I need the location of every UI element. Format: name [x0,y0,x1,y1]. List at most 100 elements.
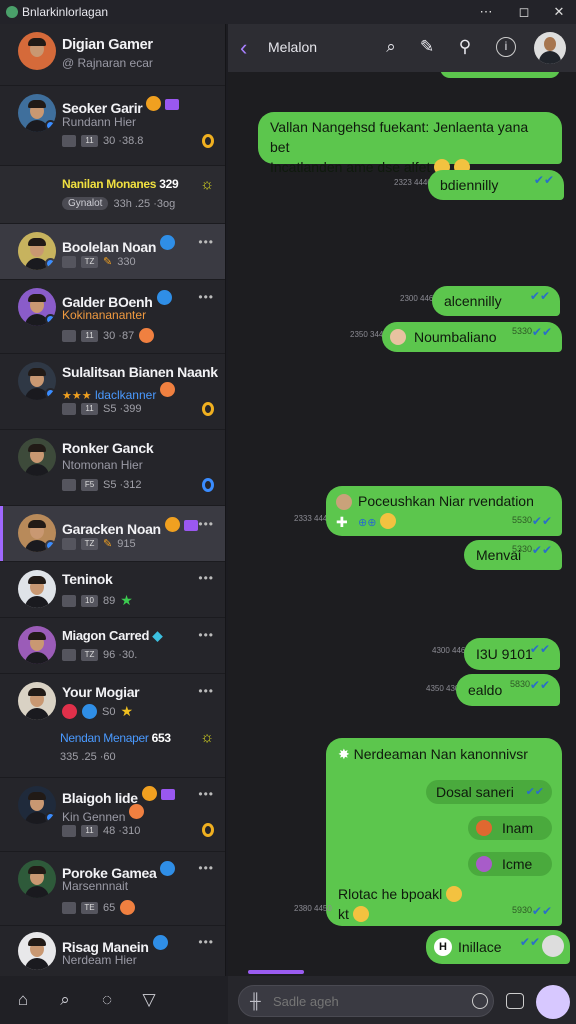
app-icon [6,6,18,18]
more-icon[interactable]: ••• [198,935,214,949]
list-item[interactable]: Blaigoh lide Kin Gennen 11 48 ·310 ••• [0,778,225,852]
avatar [18,288,56,326]
coin-icon [146,96,162,111]
list-item[interactable]: Miagon Carred ◆ TZ 96 ·30. ••• [0,618,225,674]
meta-row: Gynalot 33h .25 ·3og [62,197,175,210]
coin-icon [164,517,180,532]
more-icon[interactable]: ••• [198,787,214,801]
more-icon[interactable]: ••• [198,861,214,875]
message-input[interactable] [238,985,494,1017]
read-check-icon: ✔✔ [531,325,552,339]
contact-name: Nendan Menaper 653 [60,731,171,745]
more-icon[interactable]: ••• [198,290,214,304]
more-icon[interactable]: ••• [198,684,214,698]
emoji-picker-icon[interactable] [472,993,488,1009]
message-bubble: I3U 9101 ✔✔ [464,638,560,670]
more-icon[interactable]: ••• [198,571,214,585]
list-item[interactable]: Boolelan Noan TZ ✎ 330 ••• [0,224,225,280]
contact-status: Kokinanananter [62,308,147,322]
chat-title: Melalon [268,39,318,55]
list-item[interactable]: Ronker Ganck Ntomonan Hier F5 S5 ·312 [0,430,225,506]
send-button[interactable] [536,985,570,1019]
avatar [18,932,56,970]
list-item[interactable]: Teninok 10 89 ★ ••• [0,562,225,618]
contact-name: Teninok [62,571,113,587]
avatar [18,94,56,132]
info-icon[interactable]: i [496,37,516,57]
gallery-icon [62,825,76,837]
tag-icon [183,520,198,531]
list-item[interactable]: Garacken Noan TZ ✎ 915 ••• [0,506,225,562]
tag-icon [165,99,180,110]
more-icon[interactable]: ••• [198,628,214,642]
conversation-list[interactable]: Digian Gamer @ Rajnaran ecar Seoker Gari… [0,24,226,976]
contact-status: Nerdeam Hier [62,953,137,967]
message-bubble: alcennilly ✔✔ [432,286,560,316]
meta-row: 10 89 ★ [62,592,133,609]
title-bar: Bnlarkinlorlagan ⋯ ◻ ✕ [0,0,576,24]
list-item[interactable]: Sulalitsan Bianen Naank ★★★ ldaclkanner … [0,354,225,430]
contact-name: Seoker Garir [62,96,180,116]
sticker-icon[interactable] [506,993,524,1009]
avatar [18,860,56,898]
back-icon[interactable]: ‹ [240,35,247,61]
close-icon[interactable]: ✕ [550,3,568,21]
sun-icon: ☼ [200,176,214,193]
bottom-nav: ⌂ ⌕ ◌ ▽ [0,976,228,1024]
list-item[interactable]: Nanilan Monanes 329 Gynalot 33h .25 ·3og … [0,166,225,224]
contact-status: Marsennnait [62,879,129,893]
list-item[interactable]: Poroke Gamea Marsennnait TE 65 ••• [0,852,225,926]
read-check-icon: ✔✔ [529,678,550,692]
gallery-icon [62,403,76,415]
search-icon[interactable]: ⌕ [380,36,402,58]
contact-status: ★★★ ldaclkanner [62,382,176,402]
chat-header: ‹ Melalon ⌕ ✎ ⚲ i [228,24,576,72]
maximize-icon[interactable]: ◻ [515,3,533,21]
read-check-icon: ✔✔ [531,543,552,557]
contact-status: Ntomonan Hier [62,458,143,472]
message-bubble: Vallan Nangehsd fuekant: Jenlaenta yana … [258,112,562,175]
scroll-indicator[interactable] [248,970,304,974]
list-item[interactable]: Risag Manein Nerdeam Hier ••• [0,926,225,976]
contact-name: Nanilan Monanes 329 [62,177,179,191]
nested-reply: Icme [468,852,552,876]
filter-icon[interactable]: ▽ [130,990,168,1010]
meta-row: TZ ✎ 915 [62,537,136,550]
contact-name: Poroke Gamea [62,861,176,881]
avatar [18,232,56,270]
gallery-icon [62,649,76,661]
flame-icon [202,402,214,416]
gallery-icon [62,901,76,914]
list-item[interactable]: Your Mogiar S0 ★ ••• Nendan Menaper 653 3… [0,674,225,778]
verified-icon [160,235,176,250]
more-icon[interactable]: ⋯ [477,3,495,21]
read-check-icon: ✔✔ [529,289,550,303]
message-bubble: bdiennilly ✔✔ [428,170,564,200]
attach-icon[interactable]: ╫ [250,993,261,1010]
gallery-icon [62,255,76,268]
link-icon[interactable]: ⚲ [454,36,476,58]
nested-reply: Inam [468,816,552,840]
status-ring-icon [202,478,214,492]
more-icon[interactable]: ••• [198,235,214,249]
meta-row: 11 S5 ·399 [62,403,142,415]
list-item[interactable]: Digian Gamer @ Rajnaran ecar [0,24,225,86]
more-icon[interactable]: ••• [198,517,214,531]
list-item[interactable]: Seoker Garir Rundann Hier 11 30 ·38.8 [0,86,225,166]
chat-avatar[interactable] [534,32,566,64]
chat-panel: Vallan Nangehsd fuekant: Jenlaenta yana … [228,24,576,976]
avatar [18,682,56,720]
meta-row: TE 65 [62,900,136,915]
home-icon[interactable]: ⌂ [4,990,42,1010]
chat-icon[interactable]: ◌ [88,990,126,1010]
avatar [18,786,56,824]
read-check-icon: ✔✔ [531,904,552,918]
list-item[interactable]: Galder BOenh Kokinanananter 11 30 ·87 ••• [0,280,225,354]
search-icon[interactable]: ⌕ [46,990,84,1010]
avatar [18,362,56,400]
timestamp: 2380 4450 [294,904,332,913]
mic-icon[interactable]: ✎ [416,36,438,58]
contact-name: Risag Manein [62,935,168,955]
contact-status: Kin Gennen [62,804,144,824]
avatar [18,514,56,552]
